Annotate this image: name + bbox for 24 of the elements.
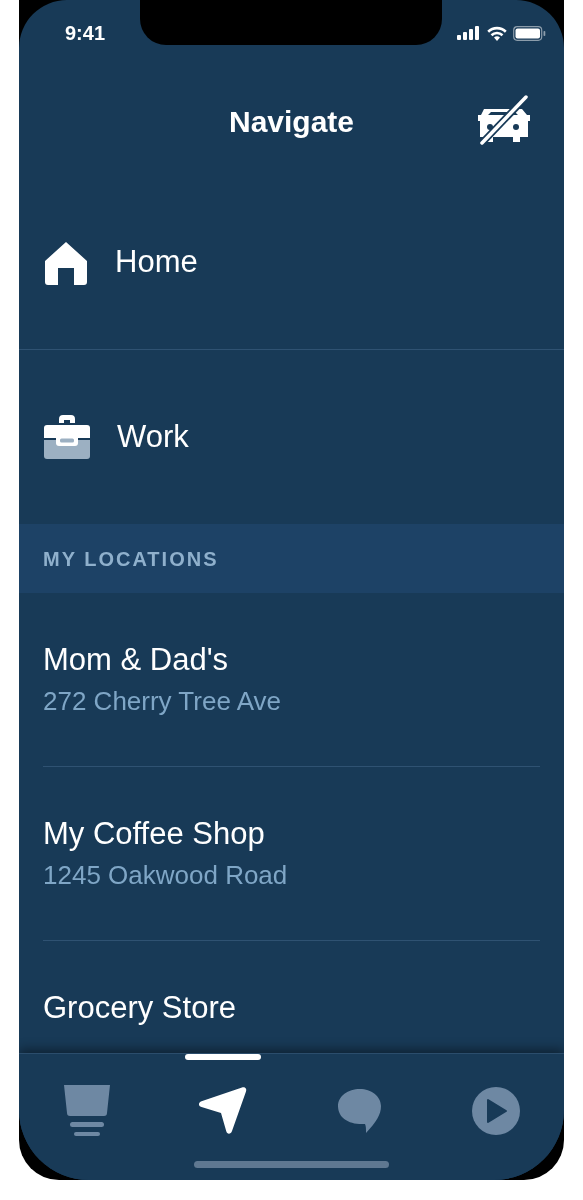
navigation-arrow-icon — [198, 1086, 249, 1136]
location-item[interactable]: Grocery Store — [43, 941, 540, 1053]
wifi-icon — [487, 25, 507, 41]
toolbox-icon — [43, 414, 91, 460]
battery-icon — [513, 25, 546, 41]
section-title: MY LOCATIONS — [43, 546, 219, 572]
play-icon — [470, 1086, 521, 1136]
screen-title: Navigate — [228, 103, 355, 140]
location-address: 272 Cherry Tree Ave — [43, 685, 282, 718]
drag-handle[interactable] — [185, 1054, 261, 1060]
location-item[interactable]: Mom & Dad's 272 Cherry Tree Ave — [43, 593, 540, 767]
house-icon — [43, 240, 89, 285]
signal-icon — [457, 26, 481, 40]
location-item[interactable]: My Coffee Shop 1245 Oakwood Road — [43, 767, 540, 941]
echo-device-icon — [62, 1085, 113, 1137]
car-crossed-icon[interactable] — [476, 95, 530, 145]
location-name: My Coffee Shop — [43, 815, 266, 853]
speech-bubble-icon — [336, 1088, 383, 1134]
location-name: Grocery Store — [43, 989, 237, 1027]
location-name: Mom & Dad's — [43, 641, 230, 679]
status-time: 9:41 — [65, 21, 106, 46]
shortcut-item[interactable]: Home — [19, 176, 564, 350]
shortcut-item[interactable]: Work — [19, 350, 564, 524]
location-address: 1245 Oakwood Road — [43, 859, 289, 892]
